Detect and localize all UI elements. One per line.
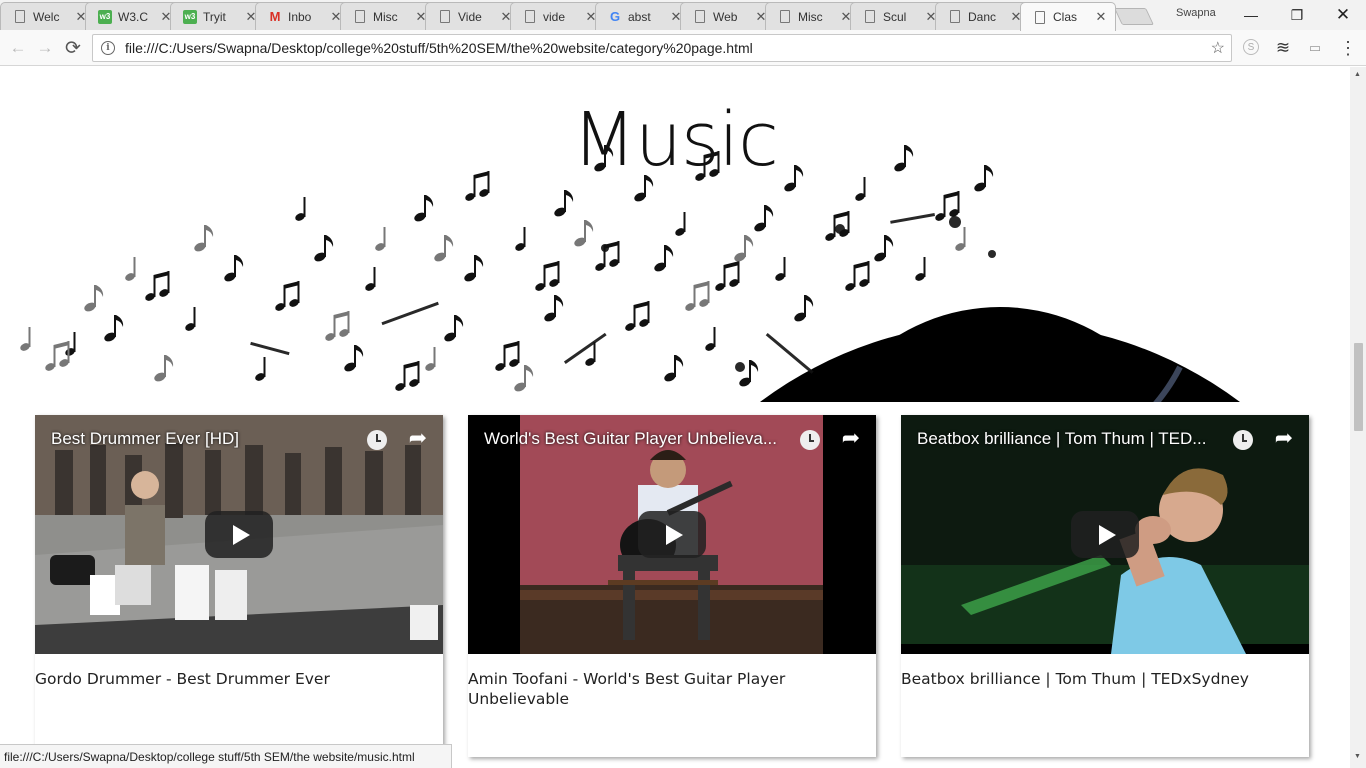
tab-label: Inbo — [288, 9, 312, 24]
tab-label: Clas — [1053, 10, 1078, 24]
browser-toolbar: ← → ⟳ i file:///C:/Users/Swapna/Desktop/… — [0, 30, 1366, 66]
play-button[interactable] — [1071, 511, 1139, 558]
menu-icon[interactable]: ⋮ — [1339, 38, 1357, 58]
tab-tryit[interactable]: w3 Tryit ✕ — [170, 2, 266, 30]
forward-icon[interactable]: → — [34, 37, 56, 59]
video-caption[interactable]: Amin Toofani - World's Best Guitar Playe… — [468, 669, 876, 709]
page-icon — [950, 10, 960, 23]
tab-inbox[interactable]: M Inbo ✕ — [255, 2, 351, 30]
cast-icon[interactable]: ▭ — [1306, 39, 1324, 57]
share-icon[interactable]: ➦ — [1275, 425, 1293, 451]
window-close-icon[interactable]: ✕ — [1320, 0, 1366, 30]
video-title[interactable]: Beatbox brilliance | Tom Thum | TED... — [917, 429, 1223, 449]
video-card-drummer: Best Drummer Ever [HD] ➦ Gordo Drummer -… — [35, 415, 443, 757]
scroll-down-arrow-icon[interactable]: ▼ — [1354, 753, 1361, 760]
info-icon[interactable]: i — [101, 41, 115, 55]
page-icon — [695, 10, 705, 23]
tab-dance[interactable]: Danc ✕ — [935, 2, 1031, 30]
tab-label: Welc — [33, 9, 60, 24]
tab-misc-1[interactable]: Misc ✕ — [340, 2, 436, 30]
profile-button[interactable]: Swapna — [1170, 6, 1222, 20]
w3schools-icon: w3 — [98, 9, 112, 24]
scrollbar-thumb[interactable] — [1354, 343, 1363, 431]
gmail-icon: M — [269, 9, 281, 24]
tab-video-2[interactable]: vide ✕ — [510, 2, 606, 30]
skype-extension-icon[interactable]: S — [1243, 39, 1259, 55]
w3schools-icon: w3 — [183, 9, 197, 24]
address-bar[interactable]: i file:///C:/Users/Swapna/Desktop/colleg… — [92, 34, 1232, 62]
minimize-icon[interactable]: — — [1228, 0, 1274, 30]
tab-sculpture[interactable]: Scul ✕ — [850, 2, 946, 30]
page-icon — [1035, 10, 1045, 24]
url-text[interactable]: file:///C:/Users/Swapna/Desktop/college%… — [125, 40, 1211, 56]
play-button[interactable] — [638, 511, 706, 558]
tab-classical-active[interactable]: Clas ✕ — [1020, 2, 1116, 31]
page-content: Music Best Drummer Ever [HD] ➦ Gordo Dru — [0, 67, 1350, 768]
video-embed[interactable]: Beatbox brilliance | Tom Thum | TED... ➦ — [901, 415, 1309, 654]
tab-label: W3.C — [118, 9, 148, 24]
share-icon[interactable]: ➦ — [842, 425, 860, 451]
video-embed[interactable]: World's Best Guitar Player Unbelieva... … — [468, 415, 876, 654]
video-card-guitar: World's Best Guitar Player Unbelieva... … — [468, 415, 876, 757]
tab-w3c[interactable]: w3 W3.C ✕ — [85, 2, 181, 30]
tab-welcome[interactable]: Welc ✕ — [0, 2, 96, 30]
tab-label: Tryit — [203, 9, 226, 24]
page-icon — [865, 10, 875, 23]
page-icon — [780, 10, 790, 23]
tab-video-1[interactable]: Vide ✕ — [425, 2, 521, 30]
video-card-beatbox: Beatbox brilliance | Tom Thum | TED... ➦… — [901, 415, 1309, 757]
play-button[interactable] — [205, 511, 273, 558]
video-caption[interactable]: Beatbox brilliance | Tom Thum | TEDxSydn… — [901, 669, 1309, 689]
tab-misc-2[interactable]: Misc ✕ — [765, 2, 861, 30]
tab-label: Misc — [373, 9, 398, 24]
page-icon — [525, 10, 535, 23]
google-icon: G — [609, 9, 621, 24]
reload-icon[interactable]: ⟳ — [62, 37, 84, 59]
page-icon — [440, 10, 450, 23]
tab-label: Misc — [798, 9, 823, 24]
watch-later-icon[interactable] — [800, 430, 820, 450]
tab-label: Vide — [458, 9, 482, 24]
new-tab-button[interactable] — [1114, 8, 1154, 25]
back-icon[interactable]: ← — [7, 37, 29, 59]
page-icon — [355, 10, 365, 23]
page-icon — [15, 10, 25, 23]
tab-label: Scul — [883, 9, 907, 24]
layers-extension-icon[interactable]: ≋ — [1274, 38, 1292, 57]
restore-icon[interactable]: ❐ — [1274, 0, 1320, 30]
tab-close-icon[interactable]: ✕ — [1093, 9, 1109, 25]
video-caption[interactable]: Gordo Drummer - Best Drummer Ever — [35, 669, 443, 689]
tab-strip: Welc ✕ w3 W3.C ✕ w3 Tryit ✕ M Inbo ✕ Mis… — [0, 0, 1366, 31]
video-embed[interactable]: Best Drummer Ever [HD] ➦ — [35, 415, 443, 654]
scroll-up-arrow-icon[interactable]: ▲ — [1354, 71, 1361, 78]
tab-label: Web — [713, 9, 738, 24]
tab-web[interactable]: Web ✕ — [680, 2, 776, 30]
status-bar-url: file:///C:/Users/Swapna/Desktop/college … — [0, 744, 452, 768]
watch-later-icon[interactable] — [367, 430, 387, 450]
vertical-scrollbar[interactable]: ▲ ▼ — [1350, 67, 1366, 768]
bookmark-star-icon[interactable]: ☆ — [1211, 38, 1225, 58]
watch-later-icon[interactable] — [1233, 430, 1253, 450]
tab-label: Danc — [968, 9, 997, 24]
tab-label: vide — [543, 9, 566, 24]
share-icon[interactable]: ➦ — [409, 425, 427, 451]
tab-abstract[interactable]: G abst ✕ — [595, 2, 691, 30]
tab-label: abst — [628, 9, 651, 24]
page-heading: Music — [572, 97, 779, 183]
video-title[interactable]: Best Drummer Ever [HD] — [51, 429, 357, 449]
video-title[interactable]: World's Best Guitar Player Unbelieva... — [484, 429, 790, 449]
